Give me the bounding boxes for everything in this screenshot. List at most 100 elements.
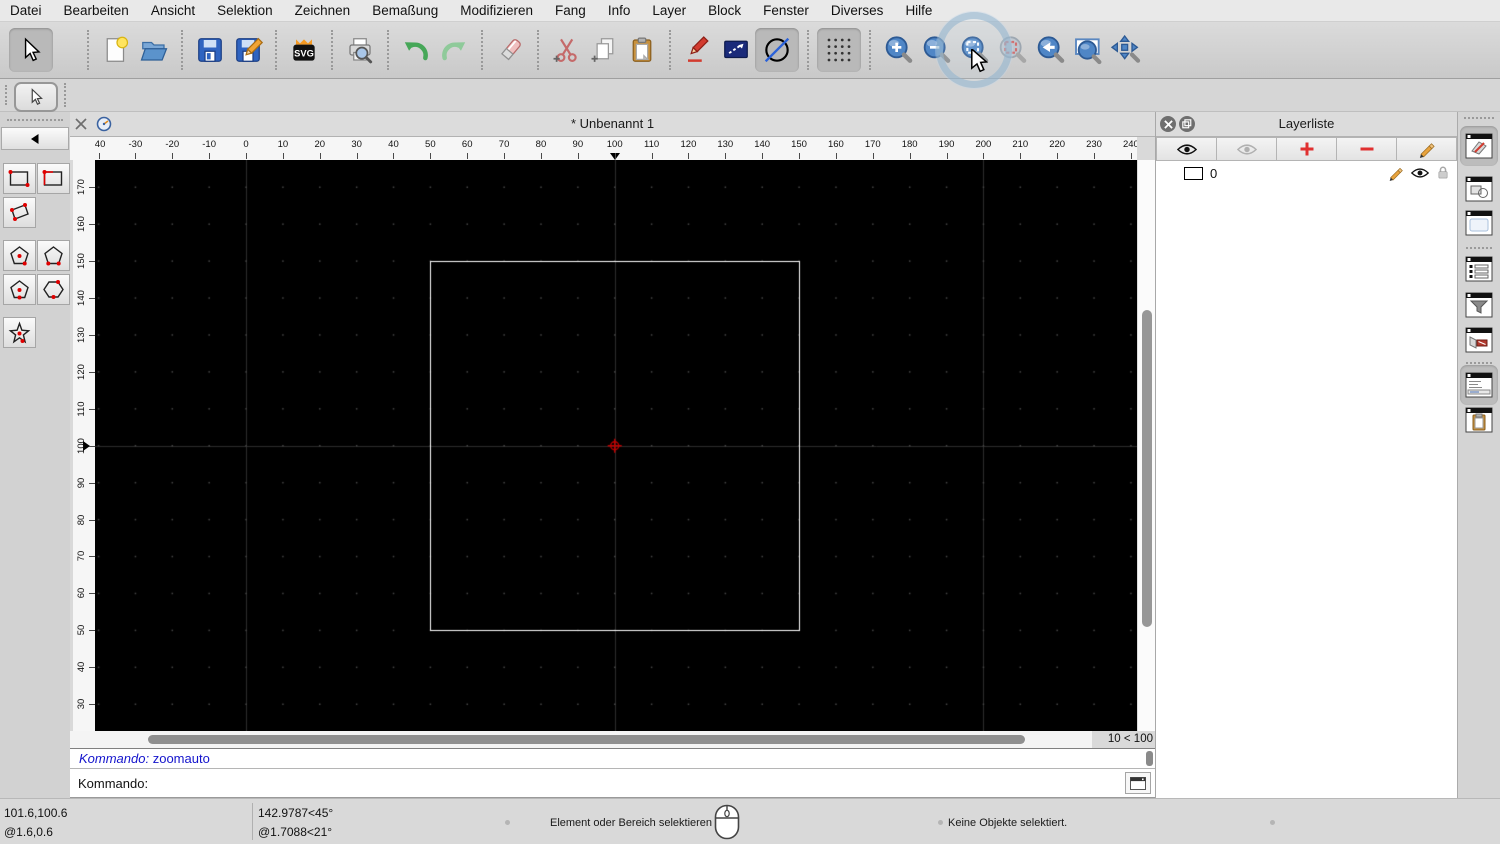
command-input[interactable] [154, 774, 1125, 792]
menu-fang[interactable]: Fang [555, 3, 586, 18]
polygon-center-corner-tool[interactable] [3, 240, 36, 271]
show-all-layers-button[interactable] [1156, 137, 1217, 161]
drawing-area[interactable] [95, 160, 1137, 731]
svg-export-button[interactable]: SVG [285, 28, 323, 72]
vertical-scrollbar-thumb[interactable] [1142, 310, 1152, 627]
redo-icon [442, 42, 466, 61]
zoom-window-button[interactable] [1069, 28, 1107, 72]
order-button[interactable] [717, 28, 755, 72]
undo-icon [404, 42, 428, 61]
document-title: * Unbenannt 1 [570, 116, 655, 131]
cut-button[interactable] [547, 28, 585, 72]
remove-layer-button[interactable] [1337, 137, 1397, 161]
copy-button[interactable] [585, 28, 623, 72]
layer-name: 0 [1210, 165, 1218, 181]
attributes-button[interactable] [679, 28, 717, 72]
drawing-canvas[interactable] [95, 160, 1137, 731]
h-ruler-label: 240 [1122, 139, 1137, 150]
dock-command-line-button[interactable] [1460, 365, 1498, 405]
zoom-out-button[interactable] [917, 28, 955, 72]
zoom-auto-button[interactable] [936, 12, 1012, 88]
grid-toggle-button[interactable] [817, 28, 861, 72]
history-scrollbar-thumb[interactable] [1146, 751, 1153, 766]
select-tool-button[interactable] [9, 28, 53, 72]
horizontal-scrollbar-thumb[interactable] [148, 735, 1025, 744]
layer-window-icon [1465, 133, 1493, 159]
menu-hilfe[interactable]: Hilfe [905, 3, 932, 18]
menu-layer[interactable]: Layer [652, 3, 686, 18]
sidebar-separator [1466, 247, 1492, 249]
dock-library-button[interactable] [1462, 206, 1496, 240]
h-ruler-tick [393, 153, 395, 159]
dock-entity-list-button[interactable] [1462, 252, 1496, 286]
h-ruler-tick [172, 153, 174, 159]
new-document-button[interactable] [97, 28, 135, 72]
layer-color-swatch[interactable] [1184, 166, 1203, 180]
plus-icon [1300, 142, 1313, 156]
dock-layer-list-button[interactable] [1460, 126, 1498, 166]
undo-button[interactable] [397, 28, 435, 72]
layer-visibility-button[interactable] [1411, 167, 1429, 179]
lock-icon [1438, 166, 1448, 179]
circle-slash-button[interactable] [755, 28, 799, 72]
zoom-previous-button[interactable] [1031, 28, 1069, 72]
polar-absolute: 142.9787<45° [258, 806, 334, 820]
polygon-side-side-tool[interactable] [37, 274, 70, 305]
star-tool[interactable] [3, 317, 36, 348]
redo-button[interactable] [435, 28, 473, 72]
menu-zeichnen[interactable]: Zeichnen [295, 3, 351, 18]
tool-option-select-button[interactable] [14, 82, 58, 112]
paste-button[interactable] [623, 28, 661, 72]
layer-edit-button[interactable] [1388, 165, 1404, 181]
menu-diverses[interactable]: Diverses [831, 3, 884, 18]
save-button[interactable] [191, 28, 229, 72]
print-preview-button[interactable] [341, 28, 379, 72]
edit-layer-button[interactable] [1397, 137, 1457, 161]
h-ruler-tick [909, 153, 911, 159]
sidebar-drag-handle[interactable] [1464, 117, 1494, 119]
menu-bearbeiten[interactable]: Bearbeiten [64, 3, 129, 18]
zoom-pan-button[interactable] [1107, 28, 1145, 72]
menu-info[interactable]: Info [608, 3, 631, 18]
h-ruler-tick [688, 153, 690, 159]
menu-selektion[interactable]: Selektion [217, 3, 273, 18]
rectangle-3points-tool[interactable] [3, 197, 36, 228]
zoom-out-icon [923, 36, 951, 63]
dock-block-list-button[interactable] [1462, 172, 1496, 206]
palette-back-button[interactable] [1, 127, 69, 150]
rectangle-corner-size-tool[interactable] [37, 163, 70, 194]
delete-button[interactable] [491, 28, 529, 72]
open-file-button[interactable] [135, 28, 173, 72]
layer-row[interactable]: 0 [1156, 162, 1457, 184]
polygon-2corners-tool[interactable] [37, 240, 70, 271]
dock-pen-palette-button[interactable] [1462, 323, 1496, 357]
add-layer-button[interactable] [1277, 137, 1337, 161]
menu-block[interactable]: Block [708, 3, 741, 18]
menu-datei[interactable]: Datei [10, 3, 42, 18]
save-as-button[interactable] [229, 28, 267, 72]
polygon-center-tangent-tool[interactable] [3, 274, 36, 305]
hide-all-layers-button[interactable] [1217, 137, 1277, 161]
status-separator-dot [505, 820, 510, 825]
h-ruler-tick [1020, 153, 1022, 159]
zoom-in-button[interactable] [879, 28, 917, 72]
dock-clipboard-button[interactable] [1462, 403, 1496, 437]
menu-ansicht[interactable]: Ansicht [151, 3, 195, 18]
h-ruler-label: 40 [388, 139, 399, 150]
vertical-scrollbar[interactable] [1137, 160, 1155, 731]
dock-filter-button[interactable] [1462, 288, 1496, 322]
menu-bemassung[interactable]: Bemaßung [372, 3, 438, 18]
horizontal-scrollbar[interactable] [70, 731, 1092, 748]
toolbar-drag-handle[interactable] [5, 85, 7, 105]
menu-fenster[interactable]: Fenster [763, 3, 809, 18]
v-ruler-label: 110 [76, 401, 87, 417]
command-window-button[interactable] [1125, 772, 1151, 794]
toolbar-separator [181, 30, 183, 70]
palette-drag-handle[interactable] [7, 119, 63, 121]
h-ruler-tick [356, 153, 358, 159]
h-ruler-label: 20 [314, 139, 326, 150]
menu-modifizieren[interactable]: Modifizieren [460, 3, 533, 18]
zoom-selection-button[interactable] [993, 28, 1031, 72]
layer-lock-button[interactable] [1436, 165, 1450, 181]
rectangle-2corners-tool[interactable] [3, 163, 36, 194]
